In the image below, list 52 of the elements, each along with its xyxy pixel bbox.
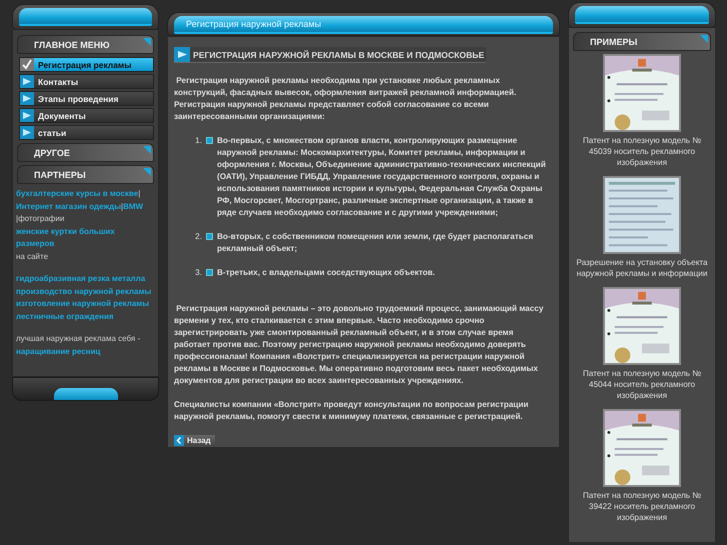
list-text: Во-первых, с множеством органов власти, контролирующих размещение наружной рекламы: Москомархитектуры, Комитет рекламы, информации и оформления г. Москвы, Объединение административно-технических инспекций (ОАТИ), Управление ГИБДД, Управление государственного контроля, охраны и использования памятников истории и культуры, Федеральная Служба Охраны РФ, Мосгорсвет, Мосгортранс, различные экспертные организации, а также в ряде случаев необходимо согласование и с другими учреждениями;: [217, 135, 547, 219]
corner-icon: [141, 146, 151, 156]
bullet-icon: [206, 233, 213, 240]
partner-link[interactable]: производство наружной рекламы: [16, 286, 155, 298]
menu-item[interactable]: Этапы проведения: [19, 91, 154, 106]
check-icon: [20, 58, 34, 71]
section-title: ПРИМЕРЫ: [590, 36, 638, 46]
section-title: ДРУГОЕ: [34, 148, 70, 158]
menu-item[interactable]: статьи: [19, 125, 154, 140]
back-icon: [174, 435, 184, 446]
partner-link[interactable]: наращивание ресниц: [16, 346, 100, 358]
back-button[interactable]: Назад: [174, 435, 215, 446]
partner-text: на сайте: [16, 250, 48, 262]
arrow-icon: [20, 109, 34, 122]
partner-link[interactable]: гидроабразивная резка металла: [16, 273, 155, 286]
corner-icon: [141, 168, 151, 178]
partner-link[interactable]: бухгалтерские курсы в москве: [16, 188, 138, 200]
menu-item[interactable]: Документы: [19, 108, 154, 123]
list-text: В-третьих, с владельцами соседствующих объектов.: [217, 267, 435, 279]
bullet-icon: [206, 269, 213, 276]
list-number: 1.: [194, 135, 202, 147]
partner-link[interactable]: BMW: [123, 200, 144, 213]
arrow-icon: [20, 75, 34, 88]
menu-item[interactable]: Контакты: [19, 74, 154, 89]
bullet-icon: [206, 137, 213, 144]
example-caption: Патент на полезную модель № 39422 носитель рекламного изображения: [582, 490, 702, 523]
corner-icon: [141, 38, 151, 48]
partner-link[interactable]: изготовление наружной рекламы: [16, 298, 155, 310]
corner-icon: [698, 35, 708, 45]
example-caption: Патент на полезную модель № 45044 носитель рекламного изображения: [582, 368, 702, 401]
page-heading: РЕГИСТРАЦИЯ НАРУЖНОЙ РЕКЛАМЫ В МОСКВЕ И ПОДМОСКОВЬЕ: [193, 48, 484, 60]
partner-text: |: [138, 188, 140, 200]
partner-link[interactable]: женские куртки больших размеров: [16, 226, 155, 250]
partner-text: |: [121, 200, 124, 213]
breadcrumb: Регистрация наружной рекламы: [186, 19, 322, 29]
paragraph: Регистрация наружной рекламы необходима при установке любых рекламных конструкций, фасадных вывесок, оформления витражей рекламной информацией. Регистрация наружной рекламы представляет собой согласование со всеми заинтересованными организациями:: [174, 75, 518, 123]
arrow-icon: [20, 126, 34, 139]
paragraph: Специалисты компании «Волстрит» проведут консультации по вопросам регистрации наружной рекламы, помогут свести к минимуму платежи, связанные с регистрацией.: [174, 399, 530, 423]
example-caption: Разрешение на установку объекта наружной рекламы и информации: [575, 257, 709, 279]
partner-text: |фотографии: [16, 213, 64, 225]
menu-item[interactable]: Регистрация рекламы: [19, 57, 154, 72]
list-number: 2.: [194, 231, 202, 243]
paragraph: Регистрация наружной рекламы – это довольно трудоемкий процесс, занимающий массу времени у тех, кто сталкивается с этим впервые. Часто необходимо срочно зарегистрировать уже смонтированный рекламный объект, и в этом случае время работает против вас. Поэтому регистрацию наружной рекламы необходимо доверять профессионалам! Компания «Волстрит» специализируется на регистрации наружной рекламы в Москве и Подмосковье. Мы оперативно подготовим весь пакет необходимых документов для регистрации во всех заинтересованных учреждениях.: [174, 303, 544, 387]
partner-text: лучшая наружная реклама себя -: [16, 333, 140, 345]
section-title: ПАРТНЕРЫ: [34, 170, 86, 180]
section-title: ГЛАВНОЕ МЕНЮ: [34, 40, 110, 50]
partner-link[interactable]: Интернет магазин одежды: [16, 200, 122, 213]
arrow-icon: [20, 92, 34, 105]
list-number: 3.: [194, 267, 202, 279]
partner-link[interactable]: лестничные ограждения: [16, 310, 155, 323]
example-caption: Патент на полезную модель № 45039 носитель рекламного изображения: [582, 135, 702, 168]
list-text: Во-вторых, с собственником помещения или земли, где будет располагаться рекламный объект;: [217, 231, 534, 255]
